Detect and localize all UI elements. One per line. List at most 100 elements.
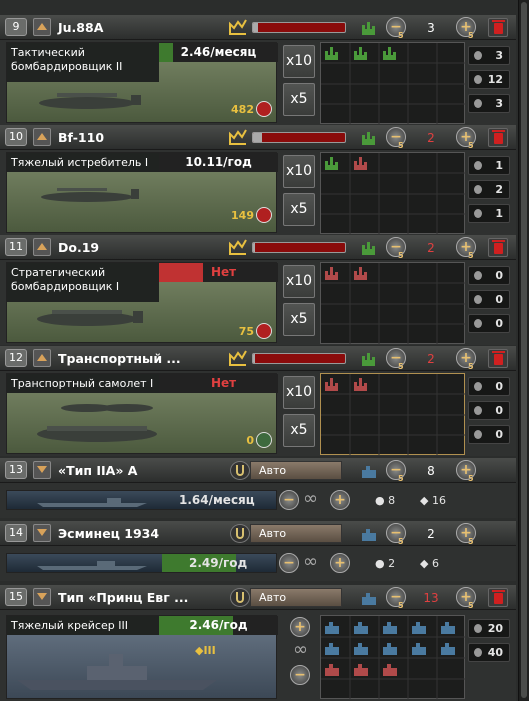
equipment-name: «Тип IIA» А — [58, 463, 138, 478]
dockyard-count: 13 — [423, 591, 439, 605]
stockpile-count: 482 — [231, 103, 254, 116]
rubber-requirement: 0 — [468, 425, 510, 444]
fuel-requirement: 3 — [468, 46, 510, 65]
line-priority-number: 13 — [5, 461, 27, 479]
production-line-header: 13 «Тип IIA» А Авто − 5 8 + 5 — [0, 458, 516, 483]
chevron-up-icon — [37, 354, 47, 361]
x10-button[interactable]: x10 — [283, 155, 315, 188]
equipment-card[interactable]: Тяжелый истребитель I 10.11/год 149 — [6, 152, 278, 233]
production-rate: 2.46/месяц — [180, 45, 257, 59]
stockpile-count: 75 — [238, 325, 254, 338]
equipment-card[interactable]: Тактический бомбардировщик II 2.46/месяц… — [6, 42, 278, 123]
increase-ships-button[interactable]: + — [330, 553, 350, 573]
x10-button[interactable]: x10 — [283, 265, 315, 298]
growth-icon — [229, 350, 247, 366]
ship-card[interactable]: Тяжелый крейсер III 2.46/год ◆III — [6, 615, 278, 699]
growth-icon — [229, 19, 247, 35]
move-up-button[interactable] — [33, 18, 51, 36]
move-up-button[interactable] — [33, 238, 51, 256]
trash-icon — [492, 590, 505, 604]
move-down-button[interactable] — [33, 461, 51, 479]
delete-line-button[interactable] — [488, 588, 508, 607]
production-rate: 10.11/год — [185, 155, 252, 169]
factory-slots — [321, 263, 466, 345]
stockpile-count: 149 — [231, 209, 254, 222]
factory-grid — [320, 262, 466, 345]
growth-icon — [229, 129, 247, 145]
chevron-up-icon — [37, 243, 47, 250]
production-line-header: 15 Тип «Принц Евг ... Авто − 5 13 + 5 — [0, 585, 516, 610]
move-up-button[interactable] — [33, 349, 51, 367]
scrollbar-thumb[interactable] — [521, 2, 527, 698]
plane-factory-icon — [362, 22, 375, 35]
chevron-down-icon — [37, 529, 47, 536]
steel-requirement: 2 — [468, 180, 510, 199]
equipment-card[interactable]: Транспортный самолет I Нет 0 — [6, 373, 278, 454]
infinity-icon: ∞ — [303, 551, 318, 572]
ship-card[interactable]: 2.49/год — [6, 553, 277, 573]
x5-button[interactable]: x5 — [283, 303, 315, 336]
dockyard-icon — [362, 466, 376, 478]
production-rate: 2.46/год — [189, 618, 248, 632]
move-up-button[interactable] — [33, 128, 51, 146]
strength-bar — [252, 353, 346, 364]
production-line-15: 15 Тип «Принц Евг ... Авто − 5 13 + 5 Тя… — [0, 585, 516, 701]
move-down-button[interactable] — [33, 588, 51, 606]
move-down-button[interactable] — [33, 524, 51, 542]
x5-button[interactable]: x5 — [283, 414, 315, 447]
line-priority-number: 12 — [5, 349, 27, 367]
factory-grid — [320, 373, 466, 456]
production-line-header: 12 Транспортный ... − 5 2 + 5 — [0, 346, 516, 371]
factory-step-label: 5 — [468, 141, 474, 150]
delete-line-button[interactable] — [488, 349, 508, 368]
strength-bar — [252, 132, 346, 143]
steel-requirement: 40 — [468, 643, 510, 662]
trash-icon — [492, 20, 505, 34]
plane-factory-icon — [362, 242, 375, 255]
factory-step-label: 5 — [398, 251, 404, 260]
trash-icon — [492, 351, 505, 365]
fuel-requirement: 20 — [468, 619, 510, 638]
aircraft-image — [41, 188, 139, 202]
production-line-header: 14 Эсминец 1934 Авто − 5 2 + 5 — [0, 521, 516, 546]
ship-card[interactable]: 1.64/месяц — [6, 490, 277, 510]
decrease-ships-button[interactable]: − — [279, 553, 299, 573]
plane-factory-icon — [362, 353, 375, 366]
dockyard-step-label: 5 — [398, 537, 404, 546]
line-priority-number: 15 — [5, 588, 27, 606]
factory-slots — [321, 43, 466, 125]
x5-button[interactable]: x5 — [283, 83, 315, 116]
anchor-icon — [230, 461, 250, 480]
factory-step-label: 5 — [398, 141, 404, 150]
dockyard-step-label: 5 — [398, 601, 404, 610]
decrease-ships-button[interactable]: − — [279, 490, 299, 510]
x5-button[interactable]: x5 — [283, 193, 315, 226]
steel-requirement: 0 — [468, 401, 510, 420]
decrease-ships-button[interactable]: − — [290, 665, 310, 685]
scrollbar[interactable] — [518, 0, 529, 701]
dockyard-step-label: 5 — [398, 474, 404, 483]
increase-ships-button[interactable]: + — [290, 617, 310, 637]
x10-button[interactable]: x10 — [283, 45, 315, 78]
equipment-card[interactable]: Стратегический бомбардировщик I Нет 75 — [6, 262, 278, 343]
chevron-up-icon — [37, 23, 47, 30]
dockyard-mode-dropdown[interactable]: Авто — [250, 524, 342, 543]
increase-ships-button[interactable]: + — [330, 490, 350, 510]
production-rate: 2.49/год — [189, 556, 248, 570]
dockyard-mode-dropdown[interactable]: Авто — [250, 461, 342, 480]
steel-requirement: 0 — [468, 290, 510, 309]
factory-count: 2 — [427, 352, 435, 366]
delete-line-button[interactable] — [488, 238, 508, 257]
equipment-type-label: Транспортный самолет I — [11, 377, 154, 390]
factory-step-label: 5 — [468, 31, 474, 40]
factory-count: 2 — [427, 241, 435, 255]
production-line-13: 13 «Тип IIA» А Авто − 5 8 + 5 1.64/месяц… — [0, 458, 516, 518]
strength-bar — [252, 22, 346, 33]
ship-image — [37, 561, 147, 570]
equipment-requirements: 0 0 0 — [468, 262, 510, 344]
delete-line-button[interactable] — [488, 18, 508, 37]
x10-button[interactable]: x10 — [283, 376, 315, 409]
dockyard-mode-dropdown[interactable]: Авто — [250, 588, 342, 607]
line-priority-number: 14 — [5, 524, 27, 542]
delete-line-button[interactable] — [488, 128, 508, 147]
